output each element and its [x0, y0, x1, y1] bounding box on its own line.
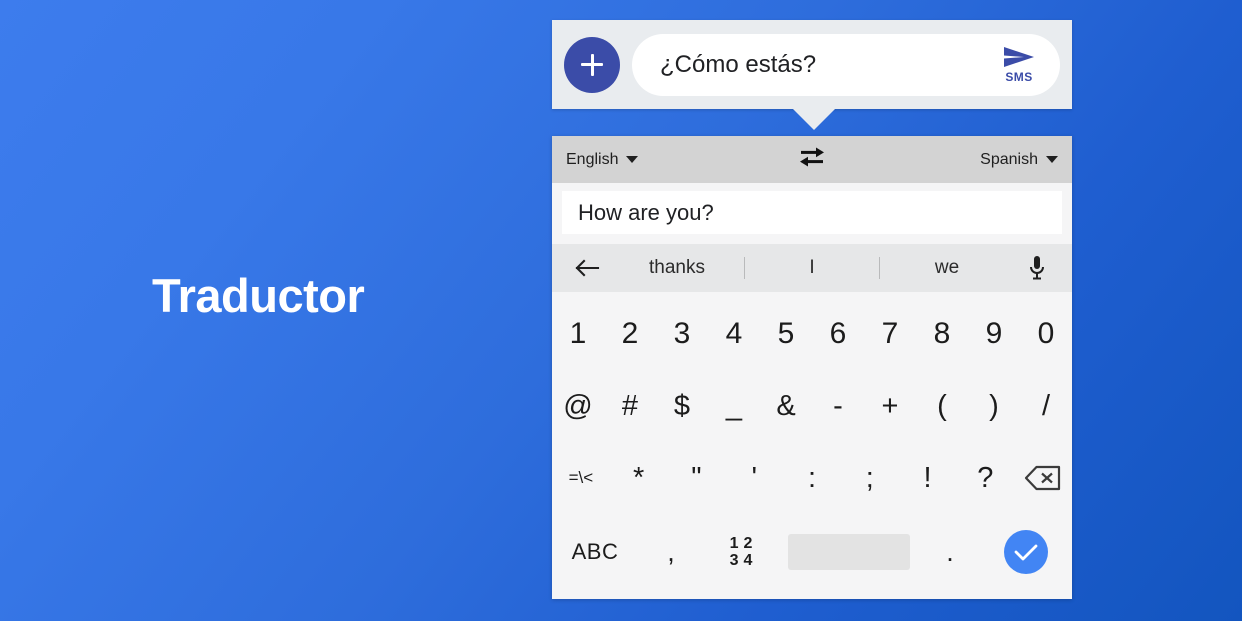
key-exclamation[interactable]: !: [899, 442, 957, 514]
key-more-symbols[interactable]: =\<: [552, 442, 610, 514]
target-language-label: Spanish: [980, 150, 1038, 168]
source-language-label: English: [566, 150, 619, 168]
key-underscore[interactable]: _: [708, 370, 760, 442]
on-screen-keyboard: 1 2 3 4 5 6 7 8 9 0 @ # $ _ & - + ( ) / …: [552, 292, 1072, 590]
key-comma[interactable]: ,: [638, 514, 704, 590]
message-input-value: ¿Cómo estás?: [660, 50, 817, 78]
numeric-grid-4: 4: [743, 552, 753, 569]
key-enter-confirm[interactable]: [980, 514, 1072, 590]
swap-languages-button[interactable]: [797, 146, 827, 173]
key-4[interactable]: 4: [708, 298, 760, 370]
target-language-selector[interactable]: Spanish: [980, 151, 1058, 169]
key-ampersand[interactable]: &: [760, 370, 812, 442]
send-sms-label: SMS: [1005, 70, 1033, 84]
enter-circle: [1004, 530, 1048, 574]
message-composer-card: ¿Cómo estás? SMS: [552, 20, 1072, 109]
voice-input-button[interactable]: [1014, 255, 1060, 281]
suggestion-strip: thanks I we: [552, 244, 1072, 292]
source-language-selector[interactable]: English: [566, 150, 639, 169]
key-5[interactable]: 5: [760, 298, 812, 370]
numeric-grid-2: 2: [743, 535, 753, 552]
key-period[interactable]: .: [920, 514, 980, 590]
key-asterisk[interactable]: *: [610, 442, 668, 514]
key-9[interactable]: 9: [968, 298, 1020, 370]
send-icon: [1004, 47, 1034, 67]
key-numeric-layout[interactable]: 1 2 3 4: [704, 514, 778, 590]
translate-input-value: How are you?: [578, 199, 714, 225]
message-composer-row: ¿Cómo estás? SMS: [552, 20, 1072, 109]
add-attachment-button[interactable]: [564, 36, 620, 93]
key-7[interactable]: 7: [864, 298, 916, 370]
key-hash[interactable]: #: [604, 370, 656, 442]
compare-arrows-icon: [800, 147, 824, 166]
suggestions-back-button[interactable]: [564, 258, 610, 278]
language-bar: English Spanish: [552, 136, 1072, 183]
key-1[interactable]: 1: [552, 298, 604, 370]
key-double-quote[interactable]: ": [668, 442, 726, 514]
key-8[interactable]: 8: [916, 298, 968, 370]
translate-input[interactable]: How are you?: [562, 191, 1062, 234]
key-0[interactable]: 0: [1020, 298, 1072, 370]
key-2[interactable]: 2: [604, 298, 656, 370]
screen: Traductor ¿Cómo estás? SMS English Spani…: [0, 0, 1242, 621]
key-at[interactable]: @: [552, 370, 604, 442]
keyboard-row-numbers: 1 2 3 4 5 6 7 8 9 0: [552, 298, 1072, 370]
key-paren-open[interactable]: (: [916, 370, 968, 442]
translate-keyboard-panel: English Spanish How are you? thanks I we…: [552, 136, 1072, 599]
numeric-grid-icon: 1 2 3 4: [730, 535, 753, 569]
arrow-left-icon: [575, 259, 600, 277]
numeric-grid-3: 3: [729, 552, 739, 569]
key-6[interactable]: 6: [812, 298, 864, 370]
chevron-down-icon: [1046, 156, 1058, 163]
keyboard-row-symbols-1: @ # $ _ & - + ( ) /: [552, 370, 1072, 442]
message-input[interactable]: ¿Cómo estás? SMS: [632, 33, 1060, 96]
key-dollar[interactable]: $: [656, 370, 708, 442]
key-hyphen[interactable]: -: [812, 370, 864, 442]
speech-bubble-tail: [792, 108, 836, 130]
plus-icon-vertical: [590, 53, 594, 76]
page-title: Traductor: [152, 269, 365, 322]
key-single-quote[interactable]: ': [725, 442, 783, 514]
send-sms-button[interactable]: SMS: [992, 45, 1046, 84]
chevron-down-icon: [626, 156, 639, 163]
backspace-icon: [1025, 465, 1061, 491]
key-semicolon[interactable]: ;: [841, 442, 899, 514]
key-paren-close[interactable]: ): [968, 370, 1020, 442]
suggestion-item-3[interactable]: we: [880, 257, 1014, 279]
suggestion-item-2[interactable]: I: [745, 257, 879, 279]
space-bar-surface: [788, 534, 910, 570]
key-question[interactable]: ?: [956, 442, 1014, 514]
keyboard-row-bottom: ABC , 1 2 3 4 .: [552, 514, 1072, 590]
key-plus[interactable]: +: [864, 370, 916, 442]
keyboard-row-symbols-2: =\< * " ' : ; ! ?: [552, 442, 1072, 514]
key-3[interactable]: 3: [656, 298, 708, 370]
suggestion-item-1[interactable]: thanks: [610, 257, 744, 279]
numeric-grid-1: 1: [729, 535, 739, 552]
key-colon[interactable]: :: [783, 442, 841, 514]
key-slash[interactable]: /: [1020, 370, 1072, 442]
check-icon: [1014, 544, 1038, 561]
key-space[interactable]: [778, 514, 920, 590]
key-abc-layout[interactable]: ABC: [552, 514, 638, 590]
microphone-icon: [1030, 256, 1044, 280]
key-backspace[interactable]: [1014, 442, 1072, 514]
